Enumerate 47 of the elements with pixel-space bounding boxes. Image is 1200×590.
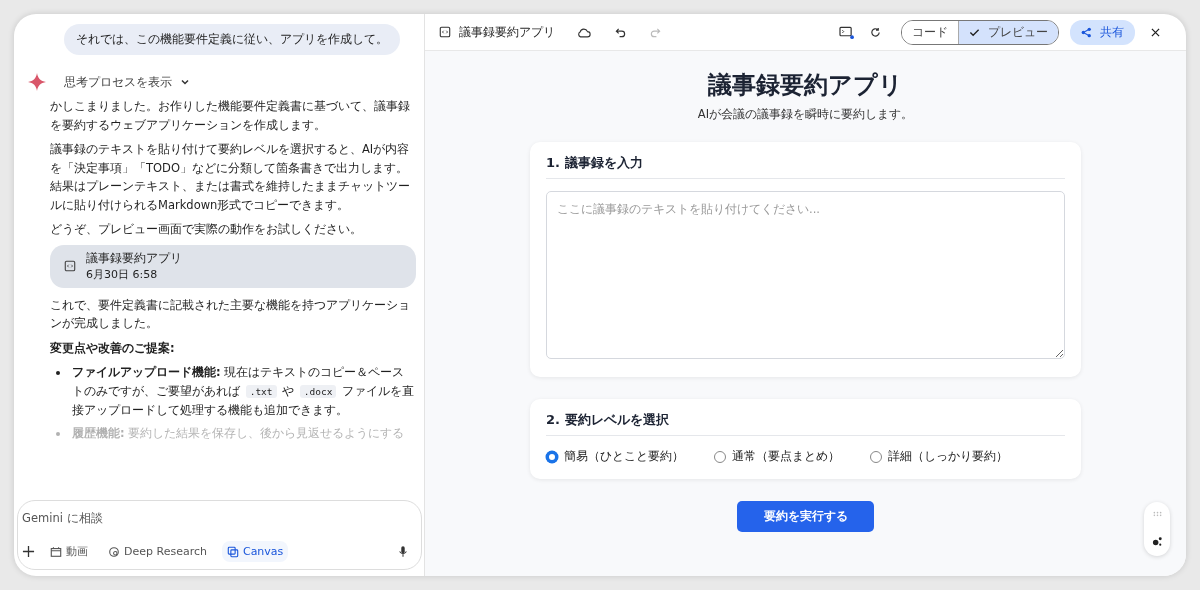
video-tool-button[interactable]: 動画 <box>45 540 93 563</box>
undo-icon[interactable] <box>615 26 626 38</box>
level-radio-option[interactable]: 通常（要点まとめ） <box>714 448 840 465</box>
level-radio-option[interactable]: 簡易（ひとこと要約） <box>546 448 684 465</box>
radio-button[interactable] <box>546 450 558 463</box>
search-icon <box>108 545 120 558</box>
share-icon <box>1081 26 1092 38</box>
plus-icon[interactable] <box>22 545 35 558</box>
response-paragraph: かしこまりました。お作りした機能要件定義書に基づいて、議事録を要約するウェブアプリケーションを作成します。 <box>50 98 411 134</box>
view-toggle-tab[interactable]: プレビュー <box>958 20 1058 44</box>
bullet-dot <box>56 431 60 436</box>
suggestions-heading: 変更点や改善のご提案: <box>50 339 176 357</box>
research-tool-button[interactable]: Deep Research <box>103 541 212 562</box>
response-paragraph: これで、要件定義書に記載された主要な機能を持つアプリケーションが完成しました。 <box>50 296 411 332</box>
grip-icon[interactable] <box>1152 511 1162 518</box>
run-summary-button[interactable]: 要約を実行する <box>737 501 874 532</box>
code-window-icon <box>439 26 451 38</box>
microphone-icon[interactable] <box>397 545 409 558</box>
calendar-icon <box>50 545 62 558</box>
artifact-date: 6月30日 6:58 <box>86 266 159 282</box>
prompt-input[interactable]: Gemini に相談 動画 Deep Research Canvas <box>17 500 422 570</box>
app-subtitle: AIが会議の議事録を瞬時に要約します。 <box>697 107 914 122</box>
app-title: 議事録要約アプリ <box>708 70 903 101</box>
console-icon[interactable] <box>839 25 854 39</box>
thinking-toggle[interactable]: 思考プロセスを表示 <box>64 74 190 90</box>
radio-button[interactable] <box>870 450 882 463</box>
level-radio-option[interactable]: 詳細（しっかり要約） <box>870 448 1008 465</box>
response-paragraph: 議事録のテキストを貼り付けて要約レベルを選択すると、AIが内容を「決定事項」「TODO」などに分類して箇条書きで出力します。結果はプレーンテキスト、または書式を維持したままチャットツールに貼り付けられるMarkdown形式でコピーできます。 <box>50 141 411 214</box>
artifact-card[interactable]: 議事録要約アプリ 6月30日 6:58 <box>50 244 416 288</box>
close-icon[interactable] <box>1151 27 1160 37</box>
minutes-textarea[interactable]: ここに議事録のテキストを貼り付けてください... <box>546 191 1065 359</box>
refresh-icon[interactable] <box>870 26 881 38</box>
code-window-icon <box>64 260 76 272</box>
canvas-title: 議事録要約アプリ <box>459 24 555 40</box>
section-heading: 1. 議事録を入力 <box>546 154 1065 179</box>
canvas-tool-button[interactable]: Canvas <box>221 541 289 562</box>
section-heading: 2. 要約レベルを選択 <box>546 411 1065 436</box>
bullet-dot <box>56 371 60 375</box>
chevron-down-icon <box>180 77 190 87</box>
suggestion-text: ファイルアップロード機能: 現在はテキストのコピー＆ペーストのみですが、ご要望があれば .txt や .docx ファイルを直接アップロードして処理する機能も追加できます。 <box>72 364 416 419</box>
share-button[interactable]: 共有 <box>1070 19 1135 45</box>
response-paragraph: どうぞ、プレビュー画面で実際の動作をお試しください。 <box>50 221 363 238</box>
cloud-icon[interactable] <box>577 26 591 38</box>
radio-button[interactable] <box>714 450 726 463</box>
user-message: それでは、この機能要件定義に従い、アプリを作成して。 <box>64 24 400 55</box>
artifact-title: 議事録要約アプリ <box>86 250 182 266</box>
canvas-icon <box>226 545 239 558</box>
